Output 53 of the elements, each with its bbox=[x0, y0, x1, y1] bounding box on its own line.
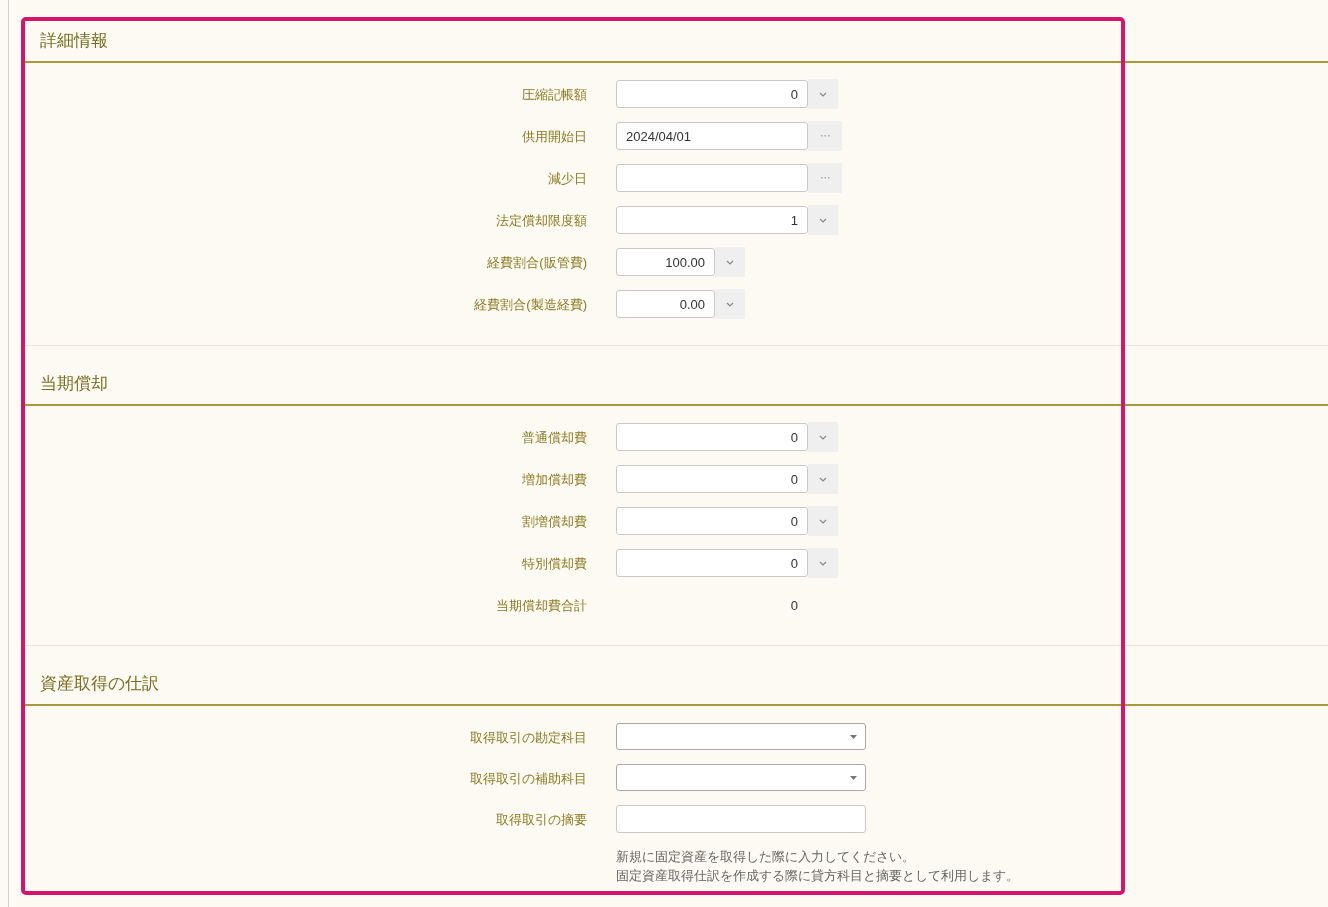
chevron-down-icon bbox=[819, 560, 827, 566]
field-label: 取得取引の補助科目 bbox=[470, 770, 587, 786]
date-field[interactable]: 2024/04/01 bbox=[616, 122, 808, 150]
field-label: 経費割合(製造経費) bbox=[474, 297, 587, 312]
chevron-down-icon bbox=[819, 476, 827, 482]
amount-field[interactable]: 0 bbox=[616, 423, 808, 451]
chevron-down-icon bbox=[819, 217, 827, 223]
amount-field[interactable]: 100.00 bbox=[616, 248, 715, 276]
dropdown-button[interactable] bbox=[808, 422, 838, 452]
amount-field[interactable]: 0 bbox=[616, 465, 808, 493]
date-field[interactable] bbox=[616, 164, 808, 192]
chevron-down-icon bbox=[819, 518, 827, 524]
dropdown-button[interactable] bbox=[808, 506, 838, 536]
amount-field[interactable]: 0.00 bbox=[616, 290, 715, 318]
amount-field[interactable]: 0 bbox=[616, 80, 808, 108]
field-label: 供用開始日 bbox=[522, 129, 587, 144]
caret-down-icon bbox=[850, 775, 857, 780]
text-field[interactable] bbox=[616, 804, 866, 833]
amount-field[interactable]: 0 bbox=[616, 507, 808, 535]
field-label: 特別償却費 bbox=[522, 556, 587, 571]
amount-field[interactable]: 0 bbox=[616, 549, 808, 577]
chevron-down-icon bbox=[819, 91, 827, 97]
dropdown-button[interactable] bbox=[808, 548, 838, 578]
help-text: 新規に固定資産を取得した際に入力してください。 bbox=[616, 848, 916, 866]
section-heading: 資産取得の仕訳 bbox=[40, 672, 159, 695]
chevron-down-icon bbox=[819, 434, 827, 440]
select-field[interactable] bbox=[616, 764, 866, 791]
dropdown-button[interactable] bbox=[808, 464, 838, 494]
section-heading: 詳細情報 bbox=[40, 29, 108, 52]
field-label: 取得取引の勘定科目 bbox=[470, 729, 587, 745]
chevron-down-icon bbox=[726, 259, 734, 265]
date-picker-button[interactable] bbox=[808, 121, 842, 151]
caret-down-icon bbox=[850, 734, 857, 739]
dropdown-button[interactable] bbox=[715, 289, 745, 319]
section-heading: 当期償却 bbox=[40, 372, 108, 395]
dropdown-button[interactable] bbox=[808, 79, 838, 109]
select-field[interactable] bbox=[616, 723, 866, 750]
total-value: 0 bbox=[790, 597, 798, 613]
field-label: 減少日 bbox=[548, 171, 587, 186]
help-text: 固定資産取得仕訳を作成する際に貸方科目と摘要として利用します。 bbox=[616, 867, 1020, 885]
dropdown-button[interactable] bbox=[715, 247, 745, 277]
field-label: 取得取引の摘要 bbox=[496, 811, 587, 827]
field-label: 当期償却費合計 bbox=[496, 597, 587, 613]
amount-field[interactable]: 1 bbox=[616, 206, 808, 234]
date-picker-button[interactable] bbox=[808, 163, 842, 193]
field-label: 法定償却限度額 bbox=[496, 213, 587, 228]
dropdown-button[interactable] bbox=[808, 205, 838, 235]
field-label: 経費割合(販管費) bbox=[487, 255, 587, 270]
field-label: 普通償却費 bbox=[522, 430, 587, 445]
field-label: 増加償却費 bbox=[522, 472, 587, 487]
field-label: 割増償却費 bbox=[522, 514, 587, 529]
chevron-down-icon bbox=[726, 301, 734, 307]
field-label: 圧縮記帳額 bbox=[522, 87, 587, 102]
